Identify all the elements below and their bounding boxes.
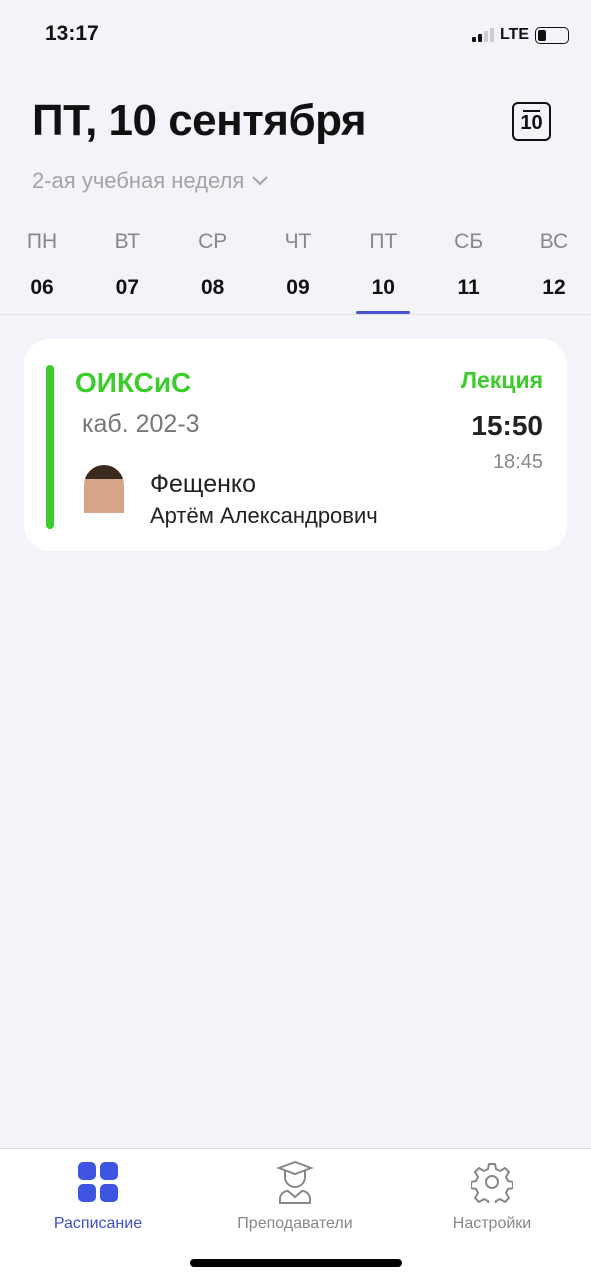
home-indicator[interactable] — [190, 1259, 402, 1267]
week-days: ПН 06 ВТ 07 СР 08 ЧТ 09 ПТ 10 СБ 11 ВС 12 — [0, 230, 591, 315]
tab-bar: Расписание Преподаватели Настройки — [0, 1148, 591, 1280]
day-sun[interactable]: ВС 12 — [538, 230, 570, 315]
status-indicators: LTE — [471, 26, 569, 44]
battery-icon — [535, 26, 569, 44]
day-name: ПТ — [369, 230, 398, 253]
day-number: 07 — [115, 276, 139, 299]
day-number: 08 — [200, 276, 225, 299]
lesson-room: каб. 202-3 — [82, 410, 200, 438]
lesson-card[interactable]: ОИКСиС Лекция каб. 202-3 15:50 18:45 Фещ… — [24, 339, 567, 551]
tab-label: Настройки — [452, 1215, 532, 1232]
teacher-last-name: Фещенко — [150, 470, 257, 498]
teacher-name: Артём Александрович — [150, 503, 378, 528]
day-wed[interactable]: СР 08 — [197, 230, 229, 315]
lesson-type: Лекция — [460, 367, 543, 393]
gear-icon — [471, 1163, 513, 1203]
day-number: 10 — [371, 276, 395, 299]
teacher-avatar — [84, 465, 124, 529]
tab-settings[interactable]: Настройки — [402, 1159, 582, 1233]
status-time: 13:17 — [45, 22, 99, 45]
day-name: ЧТ — [284, 230, 312, 253]
day-number: 09 — [286, 276, 310, 299]
day-mon[interactable]: ПН 06 — [26, 230, 58, 315]
day-fri[interactable]: ПТ 10 — [356, 230, 411, 315]
lesson-start: 15:50 — [471, 410, 543, 441]
day-name: ПН — [26, 230, 58, 253]
week-selector[interactable]: 2-ая учебная неделя — [32, 168, 268, 194]
day-name: ВС — [539, 230, 569, 253]
week-label: 2-ая учебная неделя — [32, 168, 245, 193]
grid-icon — [78, 1162, 118, 1202]
day-thu[interactable]: ЧТ 09 — [282, 230, 314, 315]
tab-label: Расписание — [53, 1215, 143, 1232]
page-title: ПТ, 10 сентября — [32, 96, 367, 145]
day-name: ВТ — [114, 230, 141, 253]
day-name: СР — [198, 230, 228, 253]
day-sat[interactable]: СБ 11 — [453, 230, 485, 315]
day-name: СБ — [454, 230, 484, 253]
tab-teachers[interactable]: Преподаватели — [205, 1159, 385, 1233]
calendar-icon: 10 — [520, 112, 543, 134]
lesson-end: 18:45 — [492, 451, 543, 473]
network-label: LTE — [499, 26, 529, 43]
tab-label: Преподаватели — [237, 1215, 353, 1232]
signal-icon — [471, 28, 494, 42]
day-tue[interactable]: ВТ 07 — [111, 230, 143, 315]
day-number: 12 — [542, 276, 566, 299]
lesson-accent-bar — [46, 365, 54, 529]
lesson-subject: ОИКСиС — [75, 367, 192, 398]
teacher-icon — [276, 1160, 314, 1204]
chevron-down-icon — [252, 176, 268, 186]
day-number: 06 — [30, 276, 54, 299]
calendar-today-button[interactable]: 10 — [512, 102, 551, 141]
divider — [0, 314, 591, 315]
day-number: 11 — [457, 276, 480, 299]
tab-schedule[interactable]: Расписание — [8, 1159, 188, 1233]
